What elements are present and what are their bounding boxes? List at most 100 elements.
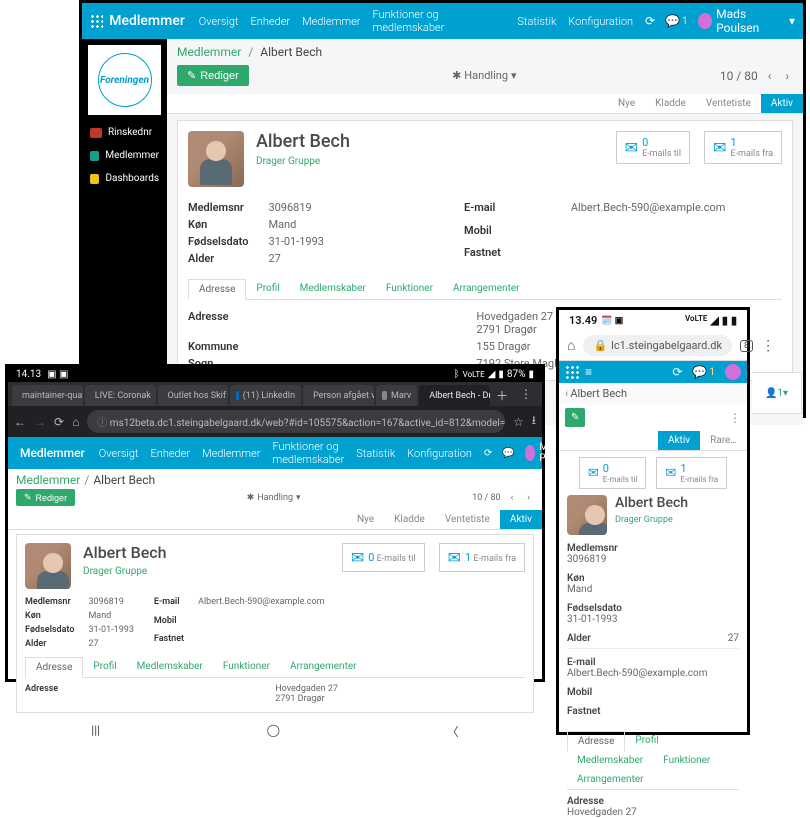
sidebar-item-1[interactable]: Medlemmer — [82, 144, 167, 167]
new-tab-icon[interactable]: ＋ — [492, 385, 512, 406]
emails-out-box[interactable]: ✉1E-mails fra — [656, 457, 727, 489]
user-count-overflow[interactable]: 👤 1 ▾ — [752, 372, 802, 414]
edit-button[interactable]: ✎ Rediger — [16, 489, 75, 506]
chat-icon[interactable]: 💬1 — [692, 365, 715, 379]
subtab-profil[interactable]: Profil — [246, 279, 289, 299]
status-tab-ventetiste[interactable]: Ventetiste — [696, 94, 761, 113]
nav-funktioner[interactable]: Funktioner og medlemskaber — [372, 8, 505, 34]
pager-pos: 10 / 80 — [720, 69, 758, 83]
kebab-icon[interactable]: ⋮ — [729, 411, 741, 425]
nav-statistik[interactable]: Statistik — [517, 15, 556, 28]
battery-pct: 87% — [507, 369, 526, 380]
label-mobil: Mobil — [464, 224, 501, 243]
member-avatar — [567, 495, 607, 535]
breadcrumb-root[interactable]: Medlemmer — [177, 45, 241, 59]
home-icon[interactable]: ⌂ — [567, 337, 575, 354]
home-button-icon[interactable]: ◯ — [267, 723, 280, 740]
subtab-arrangementer[interactable]: Arrangementer — [443, 279, 530, 299]
user-avatar-icon[interactable] — [725, 364, 741, 380]
back-button-icon[interactable]: 〈 — [447, 723, 459, 740]
tabs-count[interactable]: 8 — [740, 340, 753, 352]
url-input[interactable]: 🔒 lc1.steingabelgaard.dk — [583, 335, 732, 356]
reload-icon[interactable]: ⟳ — [54, 415, 64, 429]
phone-notif-icons: 🗓️ ▣ — [601, 316, 623, 326]
nav-oversigt[interactable]: Oversigt — [199, 15, 239, 28]
clock-icon[interactable]: ⟳ — [645, 14, 655, 28]
subtab-medlemskaber[interactable]: Medlemskaber — [290, 279, 376, 299]
url-bar: ← → ⟳ ⌂ ⓘ ms12beta.dc1.steingabelgaard.d… — [8, 406, 542, 437]
wifi-icon: ◢ — [710, 314, 718, 327]
main-topbar: Medlemmer Oversigt Enheder Medlemmer Fun… — [82, 3, 803, 39]
pager-next-icon[interactable]: › — [781, 67, 793, 85]
star-icon[interactable]: ☆ — [513, 415, 524, 429]
user-menu[interactable]: Mads Poulsen ▾ — [698, 7, 795, 35]
btab-3[interactable]: (11) LinkedIn — [230, 385, 301, 406]
nav-konfiguration[interactable]: Konfiguration — [568, 15, 633, 28]
subtab-funktioner[interactable]: Funktioner — [376, 279, 443, 299]
bt-icon: ᛒ — [454, 369, 460, 380]
favicon-icon — [236, 391, 238, 400]
nav-enheder[interactable]: Enheder — [251, 15, 291, 28]
home-icon[interactable]: ⌂ — [72, 415, 79, 429]
kebab-icon[interactable]: ⋮ — [514, 385, 538, 406]
tablet-app-icons: ▣ ▣ — [47, 369, 68, 380]
edit-button[interactable]: ✎ Rediger — [177, 65, 249, 86]
emails-in-box[interactable]: ✉0 E-mails til — [342, 543, 425, 572]
recents-icon[interactable]: ||| — [91, 723, 100, 740]
status-tab-nye[interactable]: Nye — [608, 94, 645, 113]
emails-in-box[interactable]: ✉ 0E-mails til — [616, 131, 690, 164]
sidebar-item-2[interactable]: Dashboards — [82, 167, 167, 190]
action-dropdown[interactable]: ✱ Handling ▾ — [452, 69, 516, 82]
app-title[interactable]: Medlemmer — [20, 446, 85, 460]
status-tab-kladde[interactable]: Kladde — [645, 94, 696, 113]
status-tabs: Nye Kladde Ventetiste Aktiv — [167, 94, 803, 114]
back-icon[interactable]: ‹ — [565, 387, 568, 400]
status-tab-aktiv[interactable]: Aktiv — [658, 431, 700, 450]
favicon-icon — [382, 391, 387, 400]
chat-icon[interactable]: 💬 — [502, 448, 514, 459]
btab-6[interactable]: Albert Bech - Dr × — [419, 385, 490, 406]
emails-in-box[interactable]: ✉0E-mails til — [579, 457, 647, 489]
member-avatar — [25, 543, 71, 589]
chat-icon[interactable]: 💬1 — [665, 14, 688, 28]
clock-icon[interactable]: ⟳ — [672, 365, 682, 379]
subtab-adresse[interactable]: Adresse — [188, 279, 246, 300]
label-medlemsnr: Medlemsnr — [188, 201, 248, 214]
member-group[interactable]: Drager Gruppe — [256, 156, 350, 167]
clock-icon[interactable]: ⟳ — [484, 448, 492, 459]
nav-medlemmer[interactable]: Medlemmer — [302, 15, 360, 28]
btab-2[interactable]: Outlet hos Skif — [158, 385, 229, 406]
apps-icon[interactable] — [90, 14, 103, 28]
signal-icon: ▮ — [498, 369, 504, 380]
pager: 10 / 80 ‹ › — [720, 67, 793, 85]
emails-out-box[interactable]: ✉1 E-mails fra — [439, 543, 525, 572]
sidebar-item-0[interactable]: Rinskednr — [82, 121, 167, 144]
phone-app-topbar: ≡ ⟳ 💬1 — [559, 361, 747, 383]
edit-button[interactable]: ✎ — [565, 408, 585, 427]
url-input[interactable]: ⓘ ms12beta.dc1.steingabelgaard.dk/web?#i… — [87, 410, 505, 433]
btab-1[interactable]: LIVE: Coronak — [85, 385, 156, 406]
member-avatar — [188, 131, 244, 187]
kebab-icon[interactable]: ⋮ — [761, 338, 775, 354]
pager-prev-icon[interactable]: ‹ — [764, 67, 776, 85]
action-dropdown[interactable]: ✱ Handling ▾ — [247, 493, 301, 503]
download-icon[interactable]: ⭳ — [532, 411, 536, 432]
apps-icon[interactable] — [565, 365, 579, 379]
pager-next-icon[interactable]: › — [523, 491, 534, 505]
user-avatar-icon — [525, 445, 535, 461]
breadcrumb: Medlemmer/Albert Bech — [8, 469, 542, 487]
status-tab-more[interactable]: Rare… — [700, 431, 747, 450]
status-tab-aktiv[interactable]: Aktiv — [761, 94, 803, 113]
label-fodselsdato: Fødselsdato — [188, 235, 248, 248]
emails-out-box[interactable]: ✉ 1E-mails fra — [704, 131, 782, 164]
btab-4[interactable]: Person afgået v — [303, 385, 374, 406]
phone-status-bar: 13.49 🗓️ ▣ VoLTE ◢ ▮ ▮ — [559, 310, 747, 331]
hamburger-icon[interactable]: ≡ — [585, 365, 592, 379]
breadcrumb-root[interactable]: Medlemmer — [16, 473, 80, 487]
btab-0[interactable]: maintainer-qual — [12, 385, 83, 406]
btab-5[interactable]: Marv — [376, 385, 417, 406]
app-title[interactable]: Medlemmer — [109, 13, 185, 29]
pager-prev-icon[interactable]: ‹ — [507, 491, 518, 505]
brand-logo[interactable]: Foreningen — [88, 45, 161, 115]
back-icon[interactable]: ← — [14, 415, 26, 429]
